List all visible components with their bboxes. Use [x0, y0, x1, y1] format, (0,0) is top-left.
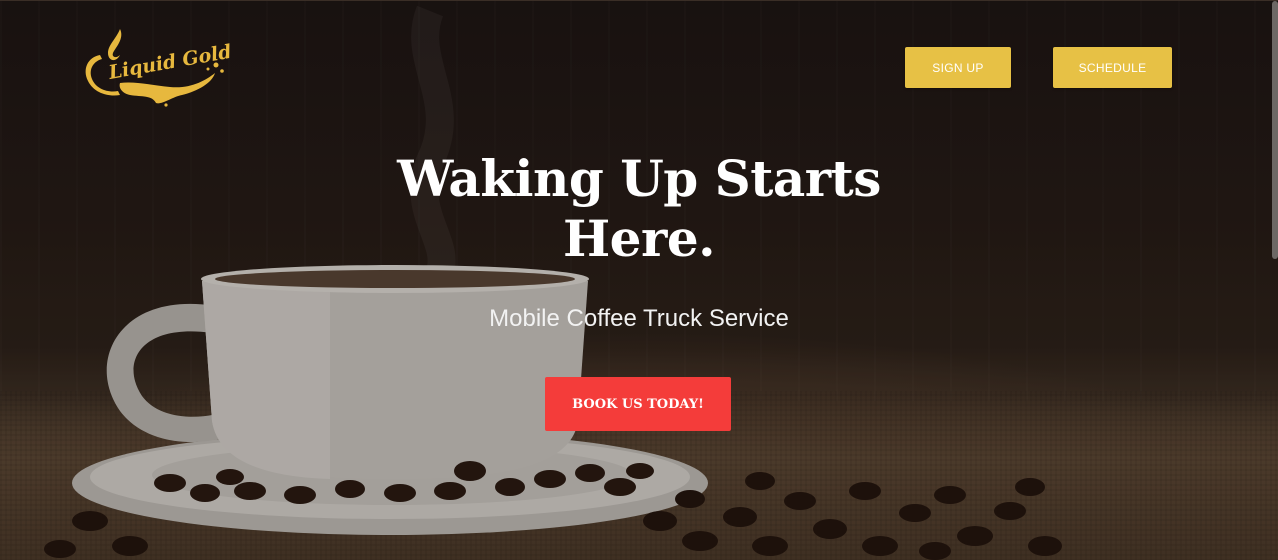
scrollbar[interactable] — [1272, 1, 1278, 259]
schedule-button[interactable]: SCHEDULE — [1053, 47, 1172, 88]
hero-headline: Waking Up Starts Here. — [397, 149, 881, 268]
book-us-today-button[interactable]: BOOK US TODAY! — [545, 377, 731, 431]
liquid-gold-logo[interactable]: Liquid Gold — [80, 25, 230, 107]
hero-subheadline: Mobile Coffee Truck Service — [489, 305, 789, 332]
sign-up-button[interactable]: SIGN UP — [905, 47, 1011, 88]
hero-section: Liquid Gold SIGN UP SCHEDULE Waking Up S… — [0, 0, 1278, 560]
